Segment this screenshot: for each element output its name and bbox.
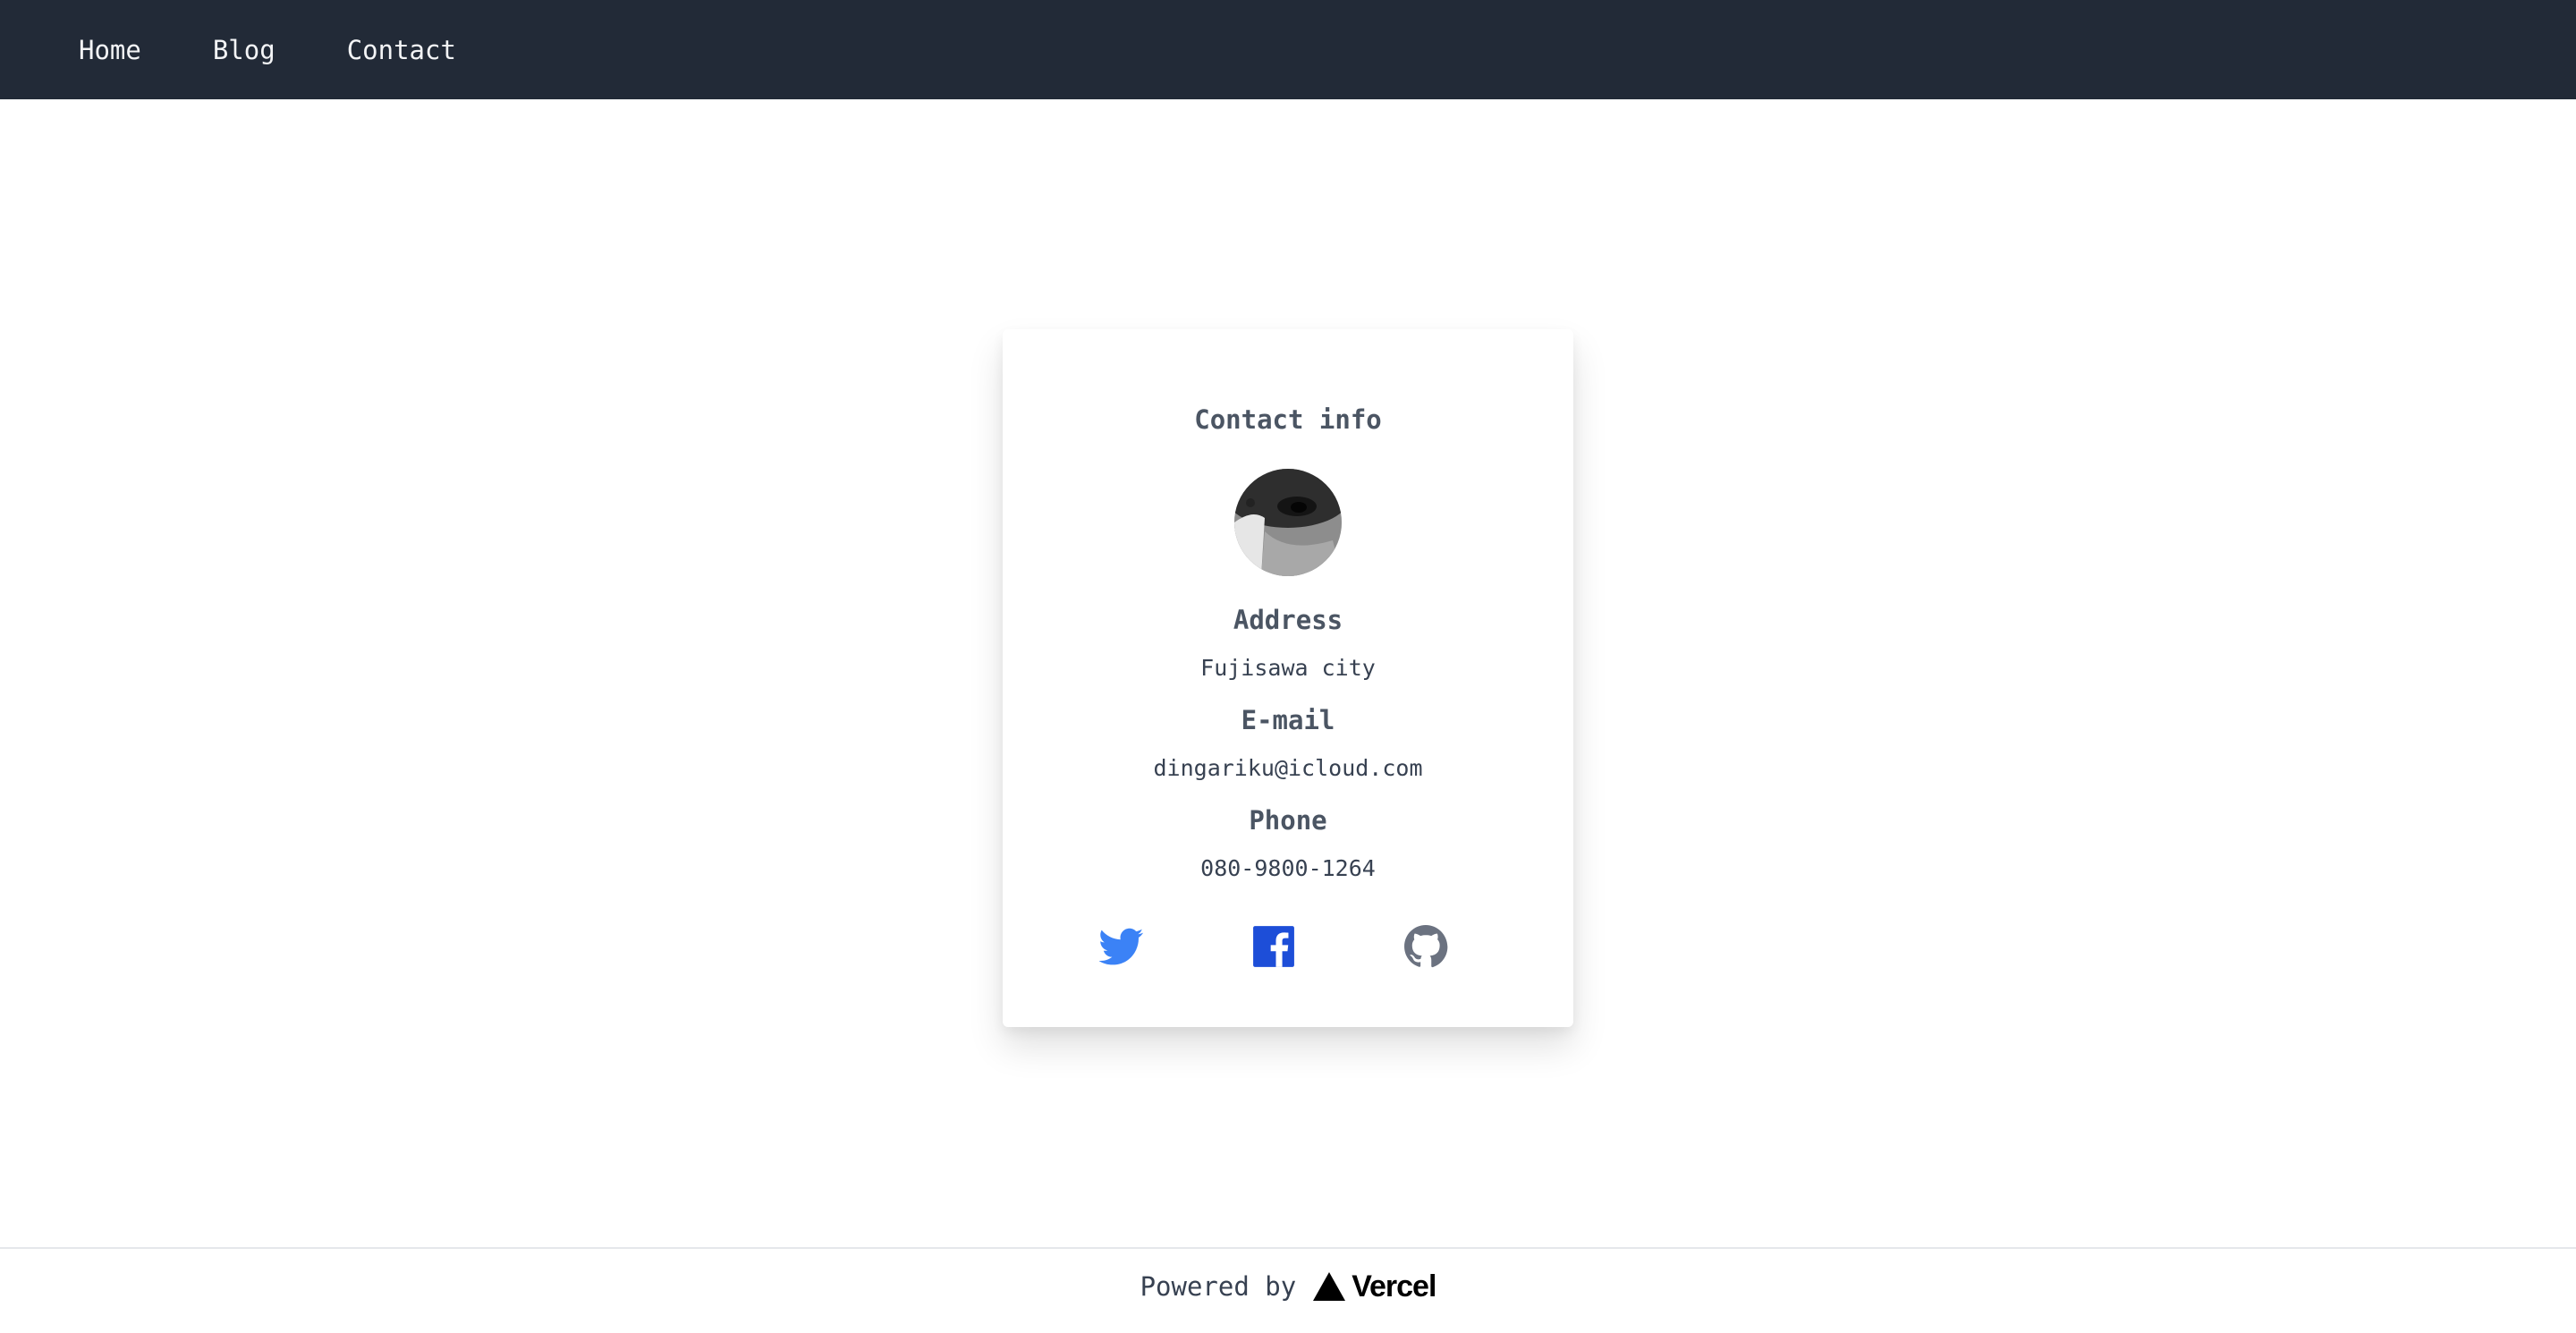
powered-by-text: Powered by bbox=[1140, 1271, 1297, 1302]
github-icon bbox=[1404, 925, 1448, 968]
nav-link-home[interactable]: Home bbox=[79, 35, 141, 65]
facebook-link[interactable] bbox=[1250, 923, 1297, 970]
twitter-link[interactable] bbox=[1098, 923, 1145, 970]
address-label: Address bbox=[1233, 605, 1343, 635]
vercel-logo-text: Vercel bbox=[1352, 1269, 1436, 1303]
card-title: Contact info bbox=[1194, 404, 1382, 435]
avatar bbox=[1234, 469, 1342, 576]
top-navbar: Home Blog Contact bbox=[0, 0, 2576, 99]
footer-content: Powered by Vercel bbox=[1140, 1269, 1437, 1304]
vercel-triangle-icon bbox=[1313, 1272, 1346, 1301]
email-label: E-mail bbox=[1241, 705, 1335, 735]
facebook-icon bbox=[1253, 926, 1294, 967]
address-value: Fujisawa city bbox=[1200, 655, 1376, 681]
twitter-icon bbox=[1099, 928, 1144, 965]
nav-link-blog[interactable]: Blog bbox=[213, 35, 275, 65]
profile-photo-icon bbox=[1234, 469, 1342, 576]
phone-value: 080-9800-1264 bbox=[1200, 855, 1376, 881]
vercel-logo-link[interactable]: Vercel bbox=[1312, 1269, 1436, 1304]
footer: Powered by Vercel bbox=[0, 1247, 2576, 1333]
email-value: dingariku@icloud.com bbox=[1153, 755, 1423, 781]
phone-label: Phone bbox=[1249, 805, 1327, 836]
nav-link-contact[interactable]: Contact bbox=[347, 35, 456, 65]
contact-card: Contact info Address Fujisawa city E-mai… bbox=[1003, 329, 1573, 1027]
github-link[interactable] bbox=[1402, 923, 1449, 970]
